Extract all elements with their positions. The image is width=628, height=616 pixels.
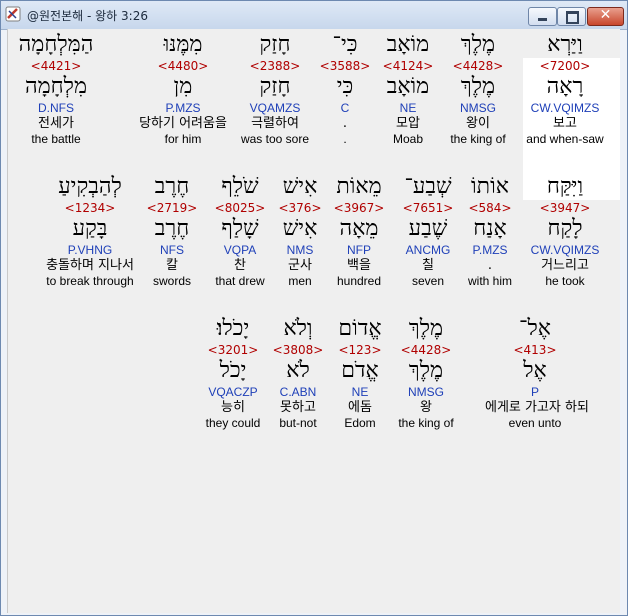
word-cell[interactable]: הַמִּלְחָמָה <4421> מִלְחָמָה D.NFS 전세가 the b…	[6, 31, 106, 146]
strong-number[interactable]: <3201>	[183, 343, 283, 357]
minimize-button[interactable]	[528, 7, 557, 26]
strong-number[interactable]: <2388>	[225, 59, 325, 73]
lexical-form: אֶל	[523, 358, 547, 383]
lexical-form: מִן	[173, 74, 193, 99]
korean-gloss: 당하기 어려움을	[139, 116, 227, 131]
strong-number[interactable]: <7200>	[515, 59, 615, 73]
hebrew-word: מִמֶּנּוּ	[163, 32, 203, 57]
morphology-code: CW.VQIMZS	[530, 101, 600, 115]
lexical-form: מִלְחָמָה	[24, 74, 88, 99]
app-window: @원전본해 - 왕하 3:26 ✕ וַיַּרְא <7200> רָאָה CW.…	[0, 0, 628, 616]
strong-number[interactable]: <1234>	[40, 201, 140, 215]
lexical-form: רָאָה	[546, 74, 584, 99]
title-bar[interactable]: @원전본해 - 왕하 3:26 ✕	[1, 1, 627, 30]
korean-gloss: 전세가	[38, 116, 74, 131]
korean-gloss: 극렬하여	[251, 116, 299, 131]
maximize-button[interactable]	[557, 7, 586, 26]
english-gloss: they could	[205, 416, 261, 430]
window-title: @원전본해 - 왕하 3:26	[27, 9, 148, 23]
lexical-form: חָזַק	[259, 74, 291, 99]
english-gloss: for him	[164, 132, 202, 146]
korean-gloss: 능히	[221, 400, 245, 415]
lexical-form: יָכֹל	[219, 358, 247, 383]
maximize-icon	[566, 11, 579, 24]
english-gloss: and when-saw	[526, 132, 604, 146]
interlinear-panel: וַיַּרְא <7200> רָאָה CW.VQIMZS 보고 and when-s…	[7, 29, 620, 613]
hebrew-word: וַיַּרְא	[547, 32, 583, 57]
english-gloss: to break through	[46, 274, 134, 288]
app-icon	[5, 6, 21, 22]
korean-gloss: 충돌하며 지나서	[46, 258, 134, 273]
close-button[interactable]: ✕	[587, 7, 624, 26]
close-icon: ✕	[599, 7, 612, 23]
word-cell[interactable]: מִמֶּנּוּ <4480> מִן P.MZS 당하기 어려움을 for him	[133, 31, 233, 146]
hebrew-word: לְהַבְקִיעַ	[58, 174, 122, 199]
strong-number[interactable]: <413>	[485, 343, 585, 357]
strong-number[interactable]: <4421>	[6, 59, 106, 73]
morphology-code: VQAMZS	[249, 101, 301, 115]
hebrew-word: חָזַק	[259, 32, 291, 57]
morphology-code: D.NFS	[38, 101, 74, 115]
korean-gloss: 에게로 가고자 하되	[485, 400, 589, 415]
morphology-code: P.MZS	[165, 101, 201, 115]
strong-number[interactable]: <4480>	[133, 59, 233, 73]
hebrew-word: אֶל־	[519, 316, 551, 341]
english-gloss: was too sore	[240, 132, 310, 146]
word-cell[interactable]: וַיַּרְא <7200> רָאָה CW.VQIMZS 보고 and when-s…	[515, 31, 615, 146]
word-cell[interactable]: יָכֹלוּ׃ <3201> יָכֹל VQACZP 능히 they could	[183, 315, 283, 430]
minimize-icon	[538, 18, 547, 21]
hebrew-word: הַמִּלְחָמָה	[18, 32, 94, 57]
english-gloss: the battle	[31, 132, 81, 146]
morphology-code: VQACZP	[208, 385, 258, 399]
word-cell[interactable]: לְהַבְקִיעַ <1234> בָּקַע P.VHNG 충돌하며 지나서 to …	[40, 173, 140, 288]
korean-gloss: 보고	[553, 116, 577, 131]
morphology-code: P.VHNG	[67, 243, 113, 257]
hebrew-word: יָכֹלוּ׃	[216, 316, 250, 341]
morphology-code: P	[530, 385, 539, 399]
english-gloss: even unto	[508, 416, 562, 430]
word-cell[interactable]: אֶל־ <413> אֶל P 에게로 가고자 하되 even unto	[485, 315, 589, 430]
lexical-form: בָּקַע	[72, 216, 108, 241]
word-cell[interactable]: חָזַק <2388> חָזַק VQAMZS 극렬하여 was too sore	[225, 31, 325, 146]
